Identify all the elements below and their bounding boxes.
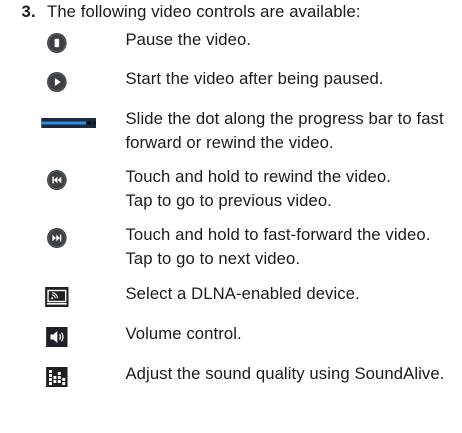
control-description: Adjust the sound quality using SoundAliv…	[125, 362, 444, 386]
control-description: Volume control.	[125, 322, 241, 346]
progress-bar-icon	[40, 110, 97, 136]
description-line: forward or rewind the video.	[125, 133, 334, 152]
control-description: Start the video after being paused.	[125, 67, 383, 91]
control-description: Touch and hold to fast-forward the video…	[125, 223, 430, 271]
description-line: Touch and hold to fast-forward the video…	[125, 225, 431, 244]
description-line: Tap to go to previous video.	[125, 191, 332, 210]
description-line: Tap to go to next video.	[125, 249, 301, 268]
fast-forward-icon	[39, 225, 74, 251]
step-number: 3.	[21, 2, 36, 21]
description-line: Select a DLNA-enabled device.	[125, 284, 360, 303]
control-description: Touch and hold to rewind the video. Tap …	[125, 165, 391, 213]
description-line: Slide the dot along the progress bar to …	[125, 109, 444, 128]
description-line: Start the video after being paused.	[125, 69, 384, 88]
description-line: Pause the video.	[125, 30, 252, 49]
volume-icon	[39, 324, 74, 350]
description-line: Adjust the sound quality using SoundAliv…	[125, 364, 445, 383]
control-description: Pause the video.	[125, 28, 251, 52]
control-description: Slide the dot along the progress bar to …	[125, 107, 443, 155]
soundalive-icon	[39, 364, 74, 390]
dlna-icon	[39, 284, 74, 310]
play-icon	[39, 69, 74, 95]
pause-icon	[39, 30, 74, 56]
rewind-icon	[39, 167, 74, 193]
description-line: Touch and hold to rewind the video.	[125, 167, 391, 186]
control-description: Select a DLNA-enabled device.	[125, 282, 359, 306]
description-line: Volume control.	[125, 324, 242, 343]
step-heading: The following video controls are availab…	[47, 2, 361, 21]
